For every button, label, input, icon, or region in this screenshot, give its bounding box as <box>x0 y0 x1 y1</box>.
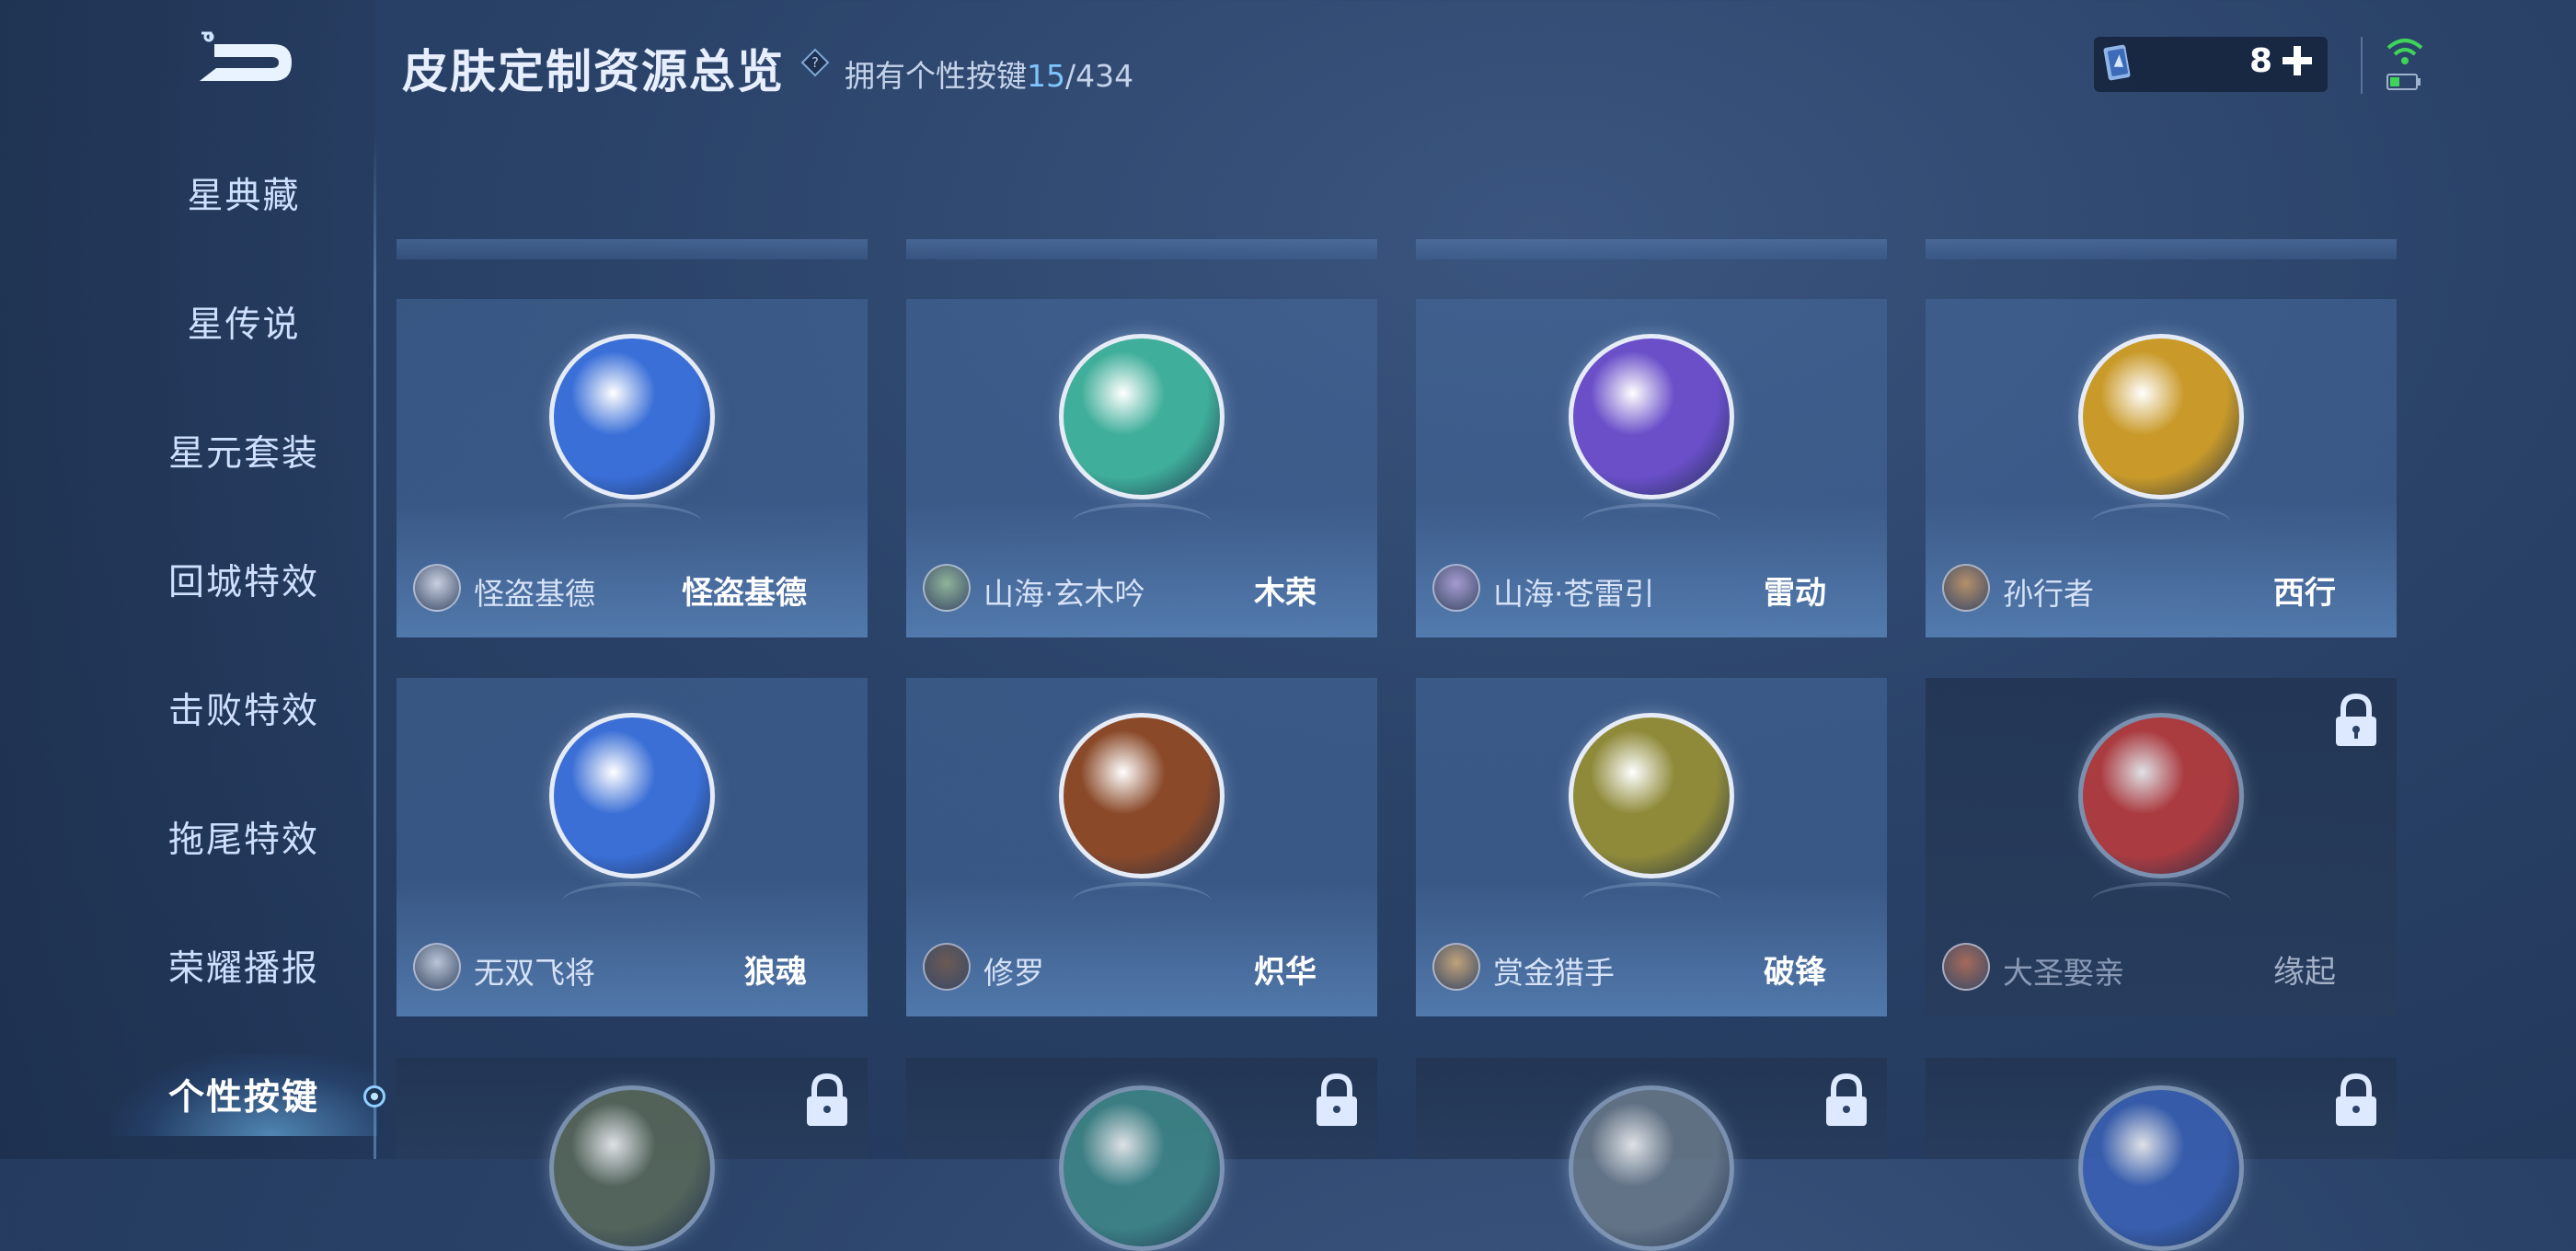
back-arrow-icon <box>200 31 292 81</box>
skin-button-card[interactable]: 赏金猎手 破锋 <box>1416 678 1887 1016</box>
owned-count: 15 <box>1027 58 1065 94</box>
skin-button-card-locked[interactable] <box>1926 1058 2397 1251</box>
hero-avatar <box>923 564 971 612</box>
hero-avatar <box>1942 564 1990 612</box>
lock-icon <box>2336 693 2376 746</box>
emblem-reflection <box>2091 882 2231 921</box>
skin-button-card-locked[interactable] <box>1416 1058 1887 1251</box>
skin-button-card[interactable]: 山海·苍雷引 雷动 <box>1416 299 1887 637</box>
emblem-reflection <box>562 882 702 921</box>
battery-icon <box>2386 74 2421 90</box>
skin-emblem-icon <box>1569 1085 1734 1251</box>
status-divider <box>2361 37 2363 94</box>
skin-emblem-icon <box>2078 334 2244 499</box>
hero-name: 山海·苍雷引 <box>1493 576 1655 612</box>
skin-button-card-locked[interactable]: 大圣娶亲 缘起 <box>1926 678 2397 1016</box>
sidebar-item-label: 星元套装 <box>167 433 319 475</box>
emblem-reflection <box>1072 503 1212 542</box>
skin-emblem-icon <box>1059 334 1225 499</box>
coupon-card-icon <box>2103 44 2131 81</box>
previous-row-card-edge <box>906 239 1377 259</box>
skin-emblem-icon <box>2078 713 2244 878</box>
add-currency-icon[interactable] <box>2279 42 2316 79</box>
skin-emblem-icon <box>1569 713 1734 878</box>
skin-emblem-icon <box>1569 334 1734 499</box>
lock-icon <box>807 1073 847 1126</box>
sidebar-item-label: 荣耀播报 <box>167 948 319 990</box>
skin-name: 狼魂 <box>744 954 807 991</box>
skin-button-card[interactable]: 怪盗基德 怪盗基德 <box>397 299 868 637</box>
sidebar-item-xingchuanshuo[interactable]: 星传说 <box>110 281 377 363</box>
sidebar-item-label: 拖尾特效 <box>167 820 319 861</box>
sidebar-item-label: 星传说 <box>187 304 301 346</box>
help-icon[interactable]: ? <box>800 48 830 77</box>
lock-icon <box>2336 1073 2376 1126</box>
hero-avatar <box>413 943 461 991</box>
skin-name: 缘起 <box>2273 954 2336 991</box>
hero-avatar <box>413 564 461 612</box>
svg-text:?: ? <box>811 54 819 71</box>
skin-button-card-locked[interactable] <box>906 1058 1377 1251</box>
sidebar-item-label: 回城特效 <box>167 562 319 603</box>
hero-name: 赏金猎手 <box>1493 955 1615 991</box>
skin-emblem-icon <box>1059 1085 1225 1251</box>
previous-row-card-edge <box>1416 239 1887 259</box>
hero-name: 无双飞将 <box>474 955 595 991</box>
emblem-reflection <box>1581 503 1721 542</box>
skin-name: 怪盗基德 <box>682 575 807 612</box>
skin-button-card[interactable]: 修罗 炽华 <box>906 678 1377 1016</box>
wifi-icon <box>2386 39 2423 64</box>
previous-row-card-edge <box>1926 239 2397 259</box>
skin-button-card-locked[interactable] <box>397 1058 868 1251</box>
sidebar-item-label: 星典藏 <box>187 176 301 217</box>
skin-emblem-icon <box>1059 713 1225 878</box>
sidebar-item-xingyuan-set[interactable]: 星元套装 <box>110 409 377 492</box>
hero-avatar <box>1432 943 1480 991</box>
sidebar-item-xingdiancang[interactable]: 星典藏 <box>110 152 377 235</box>
emblem-reflection <box>562 503 702 542</box>
owned-count-text: 拥有个性按键15/434 <box>845 52 1133 96</box>
skin-name: 破锋 <box>1764 954 1826 991</box>
skin-button-card[interactable]: 孙行者 西行 <box>1926 299 2397 637</box>
hero-avatar <box>1942 943 1990 991</box>
currency-count: 8 <box>2248 42 2272 80</box>
sidebar-item-trail-effect[interactable]: 拖尾特效 <box>110 796 377 878</box>
hero-name: 孙行者 <box>2003 576 2094 612</box>
active-indicator-dot <box>363 1085 385 1108</box>
skin-emblem-icon <box>549 334 715 499</box>
skin-button-card[interactable]: 无双飞将 狼魂 <box>397 678 868 1016</box>
skin-name: 木荣 <box>1254 575 1317 612</box>
hero-name: 修罗 <box>983 955 1044 991</box>
lock-icon <box>1317 1073 1357 1126</box>
owned-label: 拥有个性按键 <box>845 58 1027 94</box>
skin-name: 雷动 <box>1764 575 1826 612</box>
skin-emblem-icon <box>549 1085 715 1251</box>
sidebar-item-label: 击败特效 <box>167 691 319 732</box>
previous-row-card-edge <box>397 239 868 259</box>
owned-total: /434 <box>1065 58 1134 94</box>
sidebar-item-label: 个性按键 <box>167 1077 319 1119</box>
hero-name: 大圣娶亲 <box>2003 955 2124 991</box>
emblem-reflection <box>1581 882 1721 921</box>
skin-emblem-icon <box>549 713 715 878</box>
sidebar-item-custom-buttons[interactable]: 个性按键 <box>110 1053 377 1136</box>
lock-icon <box>1826 1073 1867 1126</box>
emblem-reflection <box>2091 503 2231 542</box>
skin-emblem-icon <box>2078 1085 2244 1251</box>
emblem-reflection <box>1072 882 1212 921</box>
hero-name: 山海·玄木吟 <box>983 576 1145 612</box>
hero-avatar <box>923 943 971 991</box>
skin-name: 炽华 <box>1254 954 1317 991</box>
skin-name: 西行 <box>2273 575 2336 612</box>
skin-button-card[interactable]: 山海·玄木吟 木荣 <box>906 299 1377 637</box>
back-button[interactable] <box>189 28 299 92</box>
page-title: 皮肤定制资源总览 <box>402 45 785 98</box>
hero-avatar <box>1432 564 1480 612</box>
sidebar-item-glory-broadcast[interactable]: 荣耀播报 <box>110 924 377 1007</box>
hero-name: 怪盗基德 <box>474 576 595 612</box>
sidebar-item-recall-effect[interactable]: 回城特效 <box>110 538 377 621</box>
sidebar-item-kill-effect[interactable]: 击败特效 <box>110 667 377 750</box>
